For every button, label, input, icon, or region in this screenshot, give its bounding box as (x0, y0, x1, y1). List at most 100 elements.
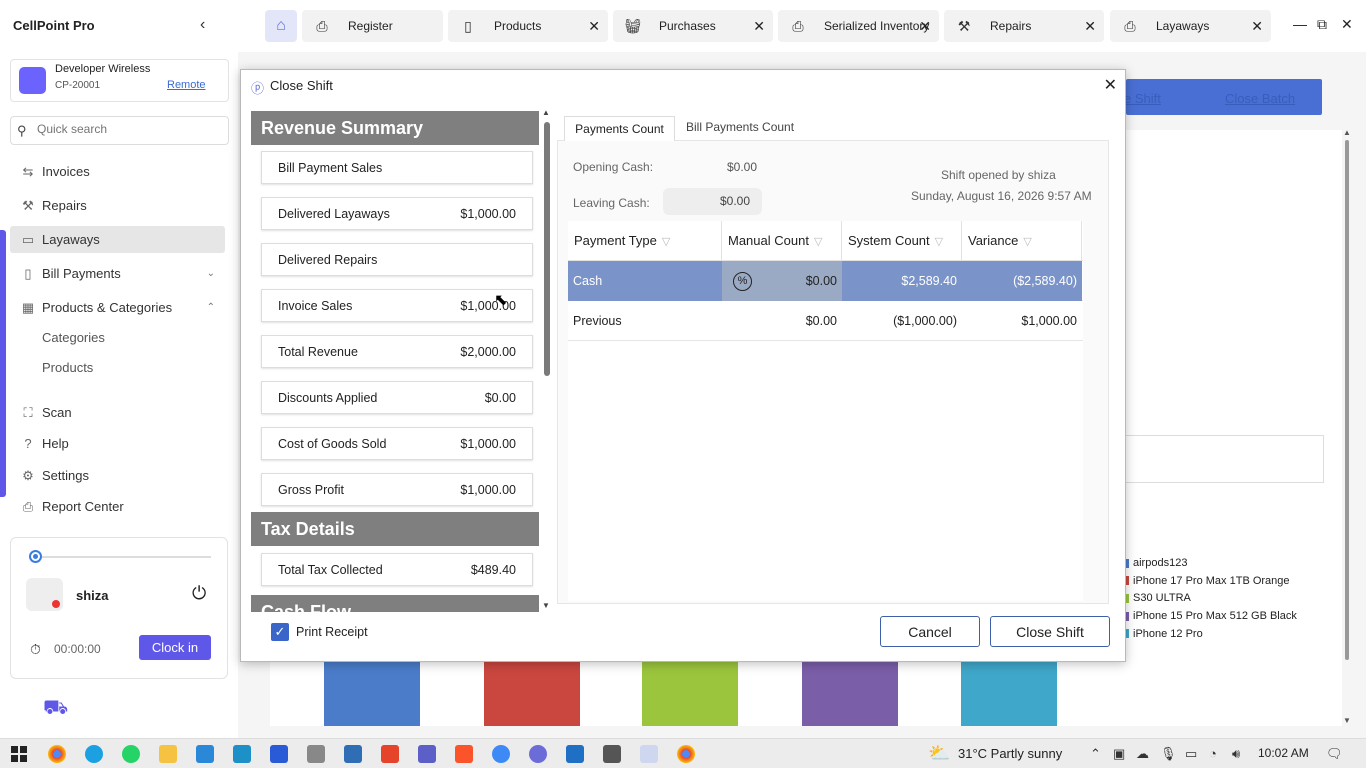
teams-icon[interactable] (418, 745, 436, 763)
nav-bill-payments[interactable]: ▯ Bill Payments ⌄ (10, 260, 225, 287)
tab-payments-count[interactable]: Payments Count (564, 116, 675, 141)
close-icon[interactable]: ✕ (588, 18, 600, 35)
close-icon[interactable]: ✕ (753, 18, 765, 35)
background-close-batch-link[interactable]: Close Batch (1225, 91, 1295, 106)
tray-icon[interactable]: ▣ (1113, 746, 1125, 762)
search-input[interactable] (37, 122, 217, 136)
wifi-icon[interactable]: ◔ (1209, 746, 1217, 761)
tab-serialized-inventory[interactable]: ⎙ Serialized Inventory ✕ (778, 10, 939, 42)
column-header-manual-count[interactable]: Manual Count ▽ (722, 221, 842, 261)
nav-report-center[interactable]: ⎙ Report Center (10, 493, 225, 520)
filter-icon[interactable]: ▽ (814, 236, 822, 248)
leaving-cash-field[interactable]: $0.00 (663, 188, 762, 215)
battery-icon[interactable]: ▭ (1185, 746, 1197, 762)
cell-manual-count[interactable]: $0.00 (722, 301, 842, 341)
tab-repairs[interactable]: ⚒ Repairs ✕ (944, 10, 1104, 42)
whatsapp-icon[interactable] (122, 745, 140, 763)
column-label: Variance (968, 233, 1019, 248)
chrome-icon[interactable] (677, 745, 695, 763)
page-scrollbar[interactable] (1345, 140, 1349, 660)
column-header-system-count[interactable]: System Count ▽ (842, 221, 962, 261)
cellpoint-taskbar-icon[interactable] (640, 745, 658, 763)
status-slider-track[interactable] (31, 556, 211, 558)
tab-products[interactable]: ▯ Products ✕ (448, 10, 608, 42)
background-close-shift-link[interactable]: e Shift (1124, 91, 1161, 106)
chart-bar (961, 662, 1057, 726)
close-icon[interactable]: ✕ (1104, 75, 1117, 95)
print-receipt-checkbox[interactable]: ✓ (271, 623, 289, 641)
close-icon[interactable]: ✕ (1251, 18, 1263, 35)
power-icon[interactable]: ⏻ (192, 583, 206, 604)
app-icon[interactable] (381, 745, 399, 763)
microphone-icon[interactable]: 🎙︎ (1160, 746, 1177, 762)
volume-icon[interactable]: 🔊︎ (1232, 746, 1240, 762)
close-icon[interactable]: ✕ (1084, 18, 1096, 35)
photos-icon[interactable] (233, 745, 251, 763)
table-row[interactable]: Cash $0.00 $2,589.40 ($2,589.40) % (568, 261, 1083, 301)
close-shift-dialog: ⓟ Close Shift ✕ Revenue Summary Tax Deta… (240, 69, 1126, 662)
nav-settings[interactable]: ⚙ Settings (10, 462, 225, 489)
tab-layaways[interactable]: ⎙ Layaways ✕ (1110, 10, 1271, 42)
cell-system-count: ($1,000.00) (893, 314, 957, 328)
restore-icon[interactable]: ⧉ (1317, 16, 1327, 33)
scroll-up-icon[interactable]: ▲ (542, 108, 550, 117)
close-icon[interactable]: ✕ (919, 18, 931, 35)
collapse-sidebar-icon[interactable]: ‹ (200, 16, 205, 34)
opening-cash-label: Opening Cash: (573, 160, 654, 174)
notification-icon[interactable]: 🗨︎ (1326, 746, 1343, 762)
tools-icon: ⚒ (957, 17, 971, 34)
table-row[interactable]: Previous $0.00 ($1,000.00) $1,000.00 (568, 301, 1083, 341)
file-explorer-icon[interactable] (159, 745, 177, 763)
calculator-icon[interactable] (603, 745, 621, 763)
chevron-up-icon[interactable]: ⌃ (1090, 746, 1101, 762)
nav-layaways[interactable]: ▭ Layaways (10, 226, 225, 253)
app-icon[interactable] (307, 745, 325, 763)
cancel-button[interactable]: Cancel (880, 616, 980, 647)
home-tab[interactable]: ⌂ (265, 10, 297, 42)
brave-icon[interactable] (455, 745, 473, 763)
summary-scrollbar[interactable] (544, 122, 550, 376)
tab-purchases[interactable]: 🧺︎ Purchases ✕ (613, 10, 773, 42)
clock-in-button[interactable]: Clock in (139, 635, 211, 660)
tab-bill-payments-count[interactable]: Bill Payments Count (686, 120, 794, 134)
chart-bar (324, 662, 420, 726)
app-icon[interactable] (566, 745, 584, 763)
close-shift-button[interactable]: Close Shift (990, 616, 1110, 647)
store-icon[interactable] (196, 745, 214, 763)
nav-categories[interactable]: Categories (42, 330, 105, 345)
scroll-down-icon[interactable]: ▼ (1343, 716, 1351, 725)
nav-products[interactable]: Products (42, 360, 93, 375)
quick-search[interactable]: ⚲ (10, 116, 229, 145)
app-icon[interactable] (344, 745, 362, 763)
chrome-icon[interactable] (48, 745, 66, 763)
minimize-icon[interactable]: — (1293, 16, 1307, 32)
cloud-icon[interactable]: ☁ (1136, 746, 1149, 762)
percent-icon[interactable]: % (733, 272, 752, 291)
nav-help[interactable]: ? Help (10, 430, 225, 457)
nav-invoices[interactable]: ⇆ Invoices (10, 158, 225, 185)
status-slider-handle[interactable] (29, 550, 42, 563)
nav-products-categories[interactable]: ▦ Products & Categories ⌃ (10, 294, 225, 321)
weather-icon[interactable]: ⛅ (928, 743, 950, 764)
nav-scan[interactable]: ⛶ Scan (10, 399, 225, 426)
windows-start-icon[interactable] (11, 746, 29, 764)
remote-desktop-icon[interactable] (270, 745, 288, 763)
filter-icon[interactable]: ▽ (662, 236, 670, 248)
window-close-icon[interactable]: ✕ (1341, 16, 1353, 33)
edge-icon[interactable] (85, 745, 103, 763)
filter-icon[interactable]: ▽ (935, 236, 943, 248)
app-icon[interactable] (529, 745, 547, 763)
weather-text[interactable]: 31°C Partly sunny (958, 746, 1062, 761)
scroll-up-icon[interactable]: ▲ (1343, 128, 1351, 137)
clock[interactable]: 10:02 AM (1258, 746, 1309, 760)
filter-icon[interactable]: ▽ (1023, 236, 1031, 248)
app-icon[interactable] (492, 745, 510, 763)
scroll-down-icon[interactable]: ▼ (542, 601, 550, 610)
tab-register[interactable]: ⎙ Register (302, 10, 443, 42)
truck-icon[interactable]: ⛟ (43, 697, 68, 722)
remote-link[interactable]: Remote (167, 79, 206, 91)
column-header-payment-type[interactable]: Payment Type ▽ (568, 221, 722, 261)
cash-flow-header-clip: Cash Flow (251, 595, 539, 612)
nav-repairs[interactable]: ⚒ Repairs (10, 192, 225, 219)
column-header-variance[interactable]: Variance ▽ (962, 221, 1082, 261)
